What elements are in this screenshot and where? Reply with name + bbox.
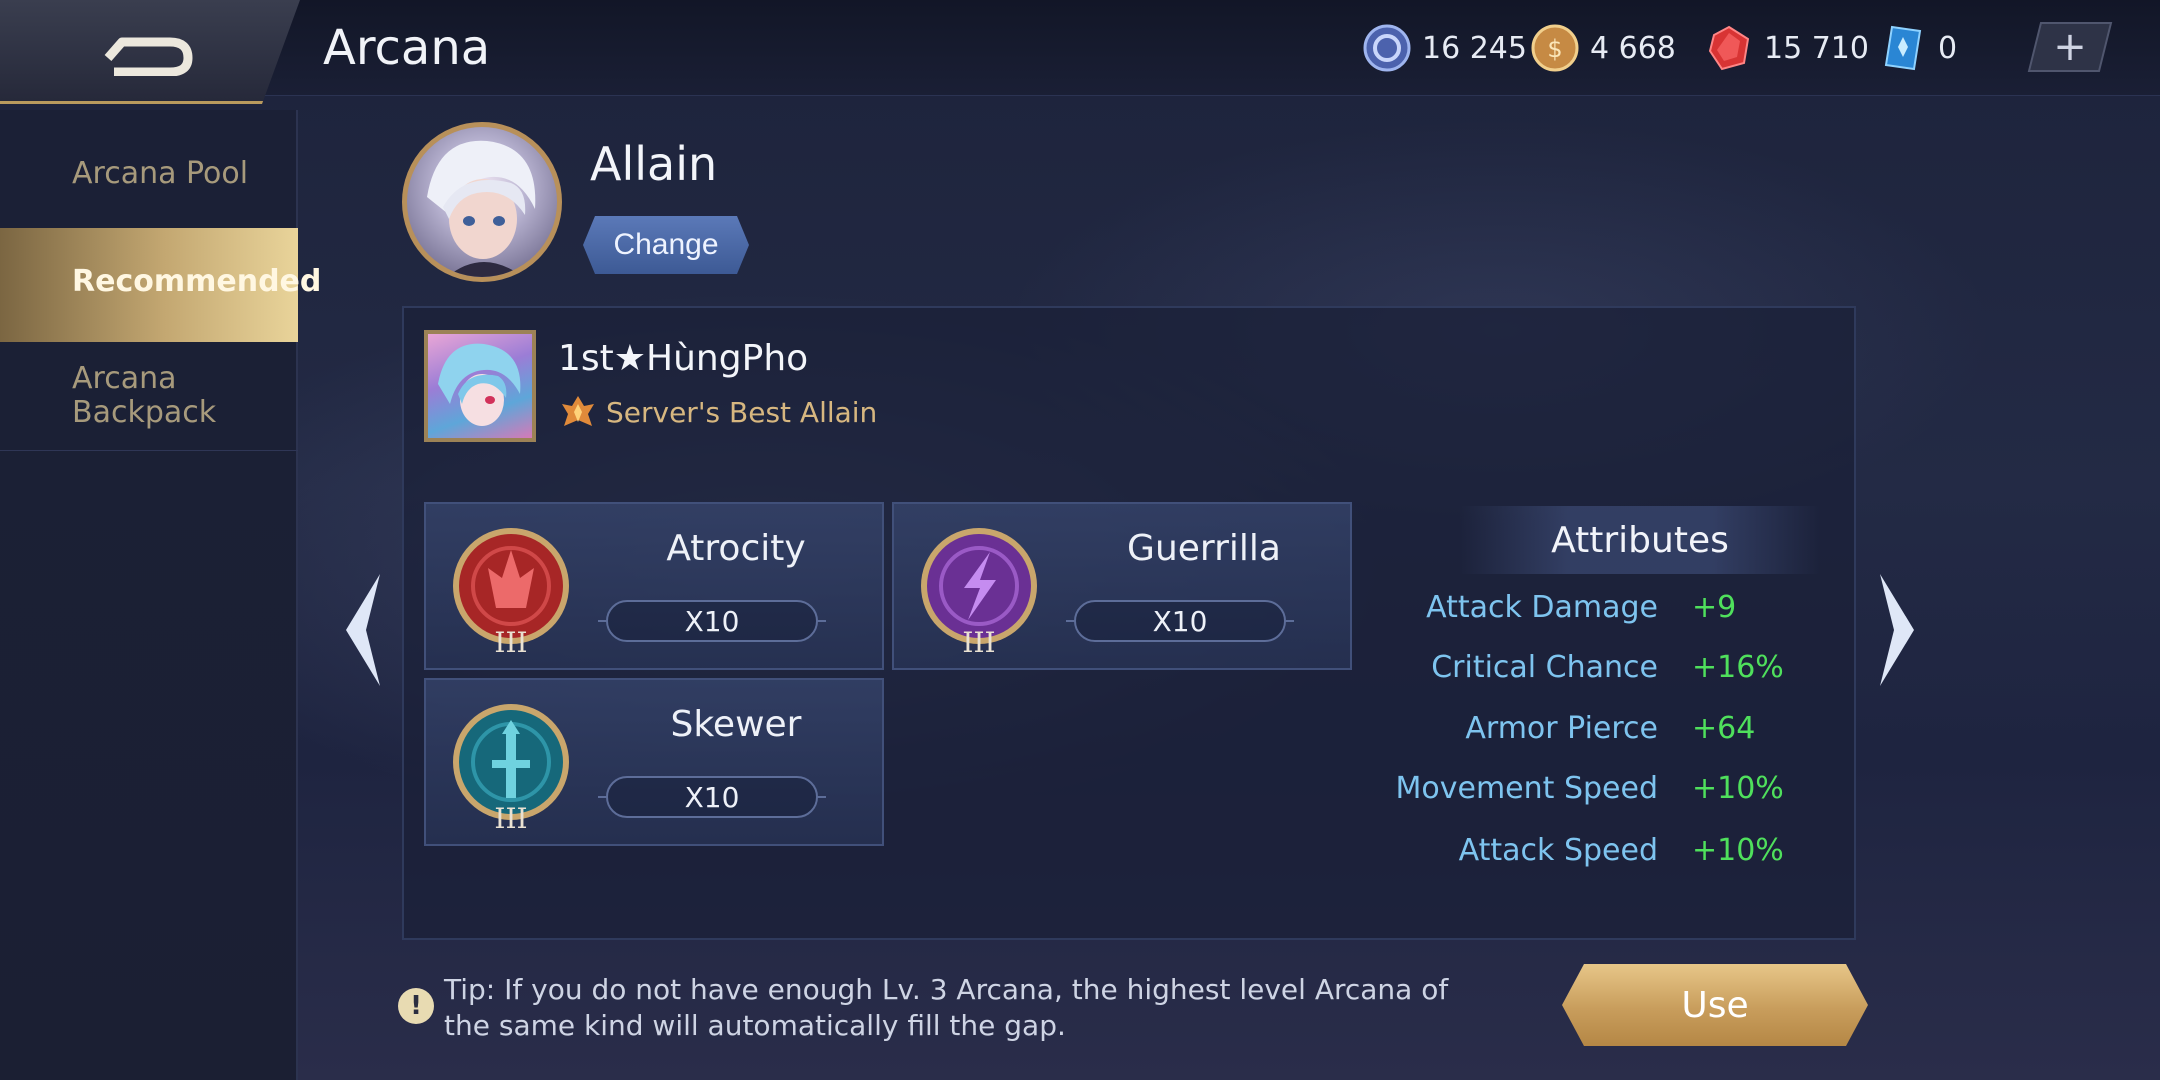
sidebar-item-arcana-pool[interactable]: Arcana Pool	[0, 156, 298, 200]
page-title: Arcana	[323, 20, 491, 76]
medal-icon	[562, 396, 594, 426]
player-portrait-icon	[438, 343, 521, 426]
currency-ruby: 15 710	[1704, 22, 1869, 74]
plus-icon: +	[2053, 24, 2087, 70]
arcana-card-guerrilla[interactable]: III Guerrilla X10	[892, 502, 1352, 670]
arcana-level: III	[962, 626, 995, 658]
info-icon: !	[398, 988, 434, 1024]
arcana-count: X10	[1066, 600, 1294, 642]
sidebar-item-label: Recommended	[72, 264, 322, 299]
attribute-label: Critical Chance	[1431, 650, 1658, 685]
currency-value: 16 245	[1422, 30, 1527, 66]
back-button[interactable]	[0, 0, 300, 104]
arcana-name: Skewer	[670, 704, 802, 745]
player-name: 1st★HùngPho	[558, 338, 809, 379]
attribute-value: +10%	[1692, 833, 1784, 868]
attribute-value: +10%	[1692, 771, 1784, 806]
divider	[0, 450, 298, 451]
gold-coin-icon: $	[1530, 23, 1580, 73]
attribute-label: Attack Speed	[1458, 833, 1658, 868]
back-arrow-icon	[104, 37, 193, 76]
attribute-label: Armor Pierce	[1465, 711, 1658, 746]
tip: ! Tip: If you do not have enough Lv. 3 A…	[398, 972, 1494, 1044]
purple-arcana-icon: III	[921, 528, 1037, 658]
arcana-level: III	[494, 626, 527, 658]
red-arcana-icon: III	[453, 528, 569, 658]
sidebar-item-label: Arcana Pool	[72, 156, 249, 191]
tip-text: Tip: If you do not have enough Lv. 3 Arc…	[444, 973, 1449, 1042]
currency-silver: 16 245	[1362, 22, 1527, 74]
sidebar-item-arcana-backpack[interactable]: Arcana Backpack	[0, 362, 230, 442]
attribute-label: Movement Speed	[1395, 771, 1659, 806]
arcana-count: X10	[598, 776, 826, 818]
svg-text:$: $	[1547, 35, 1562, 63]
previous-arrow-icon[interactable]	[340, 570, 384, 690]
add-currency-button[interactable]: +	[2027, 22, 2113, 72]
player-subtitle: Server's Best Allain	[606, 395, 878, 429]
attribute-row: Attack Damage +9	[1380, 590, 1800, 630]
attribute-value: +9	[1692, 590, 1737, 625]
arcana-count: X10	[598, 600, 826, 642]
arcana-name: Guerrilla	[1127, 528, 1281, 569]
next-arrow-icon[interactable]	[1876, 570, 1920, 690]
sidebar-item-label: Arcana Backpack	[72, 361, 217, 430]
change-hero-button[interactable]: Change	[583, 216, 749, 274]
attribute-row: Critical Chance +16%	[1380, 650, 1800, 690]
hero-portrait-icon	[427, 140, 536, 277]
attribute-value: +16%	[1692, 650, 1784, 685]
sidebar: Arcana Pool Recommended Arcana Backpack	[0, 110, 321, 1080]
player-title: Server's Best Allain	[558, 392, 877, 432]
attributes-heading: Attributes	[1460, 506, 1820, 574]
attribute-row: Armor Pierce +64	[1380, 711, 1800, 751]
hero-name: Allain	[590, 137, 718, 191]
attribute-row: Attack Speed +10%	[1380, 833, 1800, 873]
currency-value: 4 668	[1590, 30, 1676, 66]
player-avatar[interactable]	[424, 330, 536, 442]
currency-gold: $ 4 668	[1530, 22, 1676, 74]
arcana-name: Atrocity	[666, 528, 806, 569]
attribute-row: Movement Speed +10%	[1380, 771, 1800, 811]
use-button[interactable]: Use	[1562, 964, 1868, 1046]
green-arcana-icon: III	[453, 704, 569, 834]
currency-value: 15 710	[1764, 30, 1869, 66]
attribute-label: Attack Damage	[1426, 590, 1658, 625]
attribute-value: +64	[1692, 711, 1756, 746]
hero-avatar	[402, 122, 562, 282]
silver-coin-icon	[1362, 23, 1412, 73]
sidebar-item-recommended[interactable]: Recommended	[0, 228, 321, 342]
blue-card-icon	[1878, 23, 1928, 73]
arcana-card-atrocity[interactable]: III Atrocity X10	[424, 502, 884, 670]
ruby-gem-icon	[1704, 23, 1754, 73]
arcana-level: III	[494, 802, 527, 834]
arcana-card-skewer[interactable]: III Skewer X10	[424, 678, 884, 846]
currency-value: 0	[1938, 30, 1958, 66]
currency-card: 0	[1878, 22, 1957, 74]
